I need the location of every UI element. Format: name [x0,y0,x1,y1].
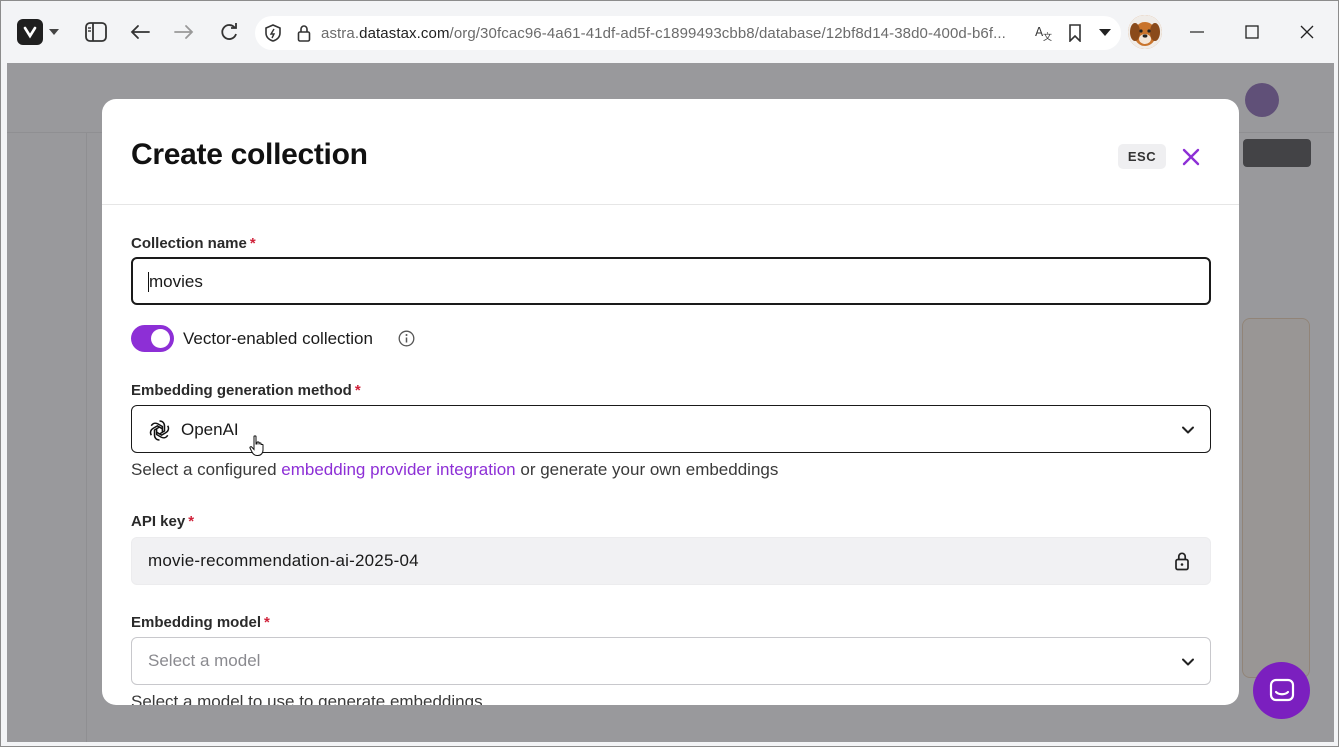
embedding-model-select[interactable]: Select a model [131,637,1211,685]
bookmark-icon[interactable] [1068,24,1082,47]
lock-icon[interactable] [297,24,311,47]
back-arrow-icon[interactable] [123,15,157,49]
reload-icon[interactable] [212,15,246,49]
text-caret [148,272,149,292]
url-text[interactable]: astra.datastax.com/org/30fcac96-4a61-41d… [321,25,1006,42]
esc-badge: ESC [1118,144,1166,169]
chat-support-button[interactable] [1253,662,1310,719]
profile-avatar[interactable] [1128,15,1162,49]
mouse-pointer-icon [249,435,265,457]
embedding-method-help: Select a configured embedding provider i… [131,460,779,479]
svg-text:文: 文 [1043,31,1052,42]
dropdown-caret-icon[interactable] [1099,29,1111,36]
minimize-icon[interactable] [1182,17,1212,47]
api-key-label: API key * [131,513,195,530]
chevron-down-icon [1180,654,1196,670]
embedding-model-label: Embedding model * [131,614,270,631]
api-key-field[interactable]: movie-recommendation-ai-2025-04 [131,537,1211,585]
forward-arrow-icon[interactable] [167,15,201,49]
vector-enabled-toggle[interactable] [131,325,174,352]
chat-icon [1269,678,1294,701]
toggle-knob [151,329,170,348]
browser-toolbar: astra.datastax.com/org/30fcac96-4a61-41d… [1,1,1338,63]
shield-icon[interactable] [265,24,281,47]
embedding-method-select[interactable]: OpenAI [131,405,1211,453]
embedding-method-label: Embedding generation method * [131,382,361,399]
maximize-icon[interactable] [1237,17,1267,47]
close-icon [1182,148,1200,166]
lock-icon [1174,551,1192,571]
chevron-down-icon [1180,422,1196,438]
address-bar[interactable]: astra.datastax.com/org/30fcac96-4a61-41d… [255,16,1121,50]
create-collection-modal: Create collection ESC Collection name * m… [102,99,1239,705]
vivaldi-menu-icon[interactable] [17,19,43,45]
collection-name-label: Collection name * [131,235,256,252]
collection-name-input[interactable]: movies [131,257,1211,305]
info-icon[interactable] [398,330,415,347]
panel-toggle-icon[interactable] [79,15,113,49]
menu-caret-icon[interactable] [49,29,59,35]
modal-header: Create collection ESC [102,99,1239,205]
modal-title: Create collection [131,138,368,171]
vector-enabled-label: Vector-enabled collection [183,329,373,348]
embedding-model-help: Select a model to use to generate embedd… [131,692,483,705]
embedding-provider-link[interactable]: embedding provider integration [281,460,515,479]
translate-icon[interactable]: A文 [1035,24,1053,47]
openai-icon [147,418,172,443]
close-window-icon[interactable] [1292,17,1322,47]
close-modal-button[interactable] [1177,143,1205,171]
